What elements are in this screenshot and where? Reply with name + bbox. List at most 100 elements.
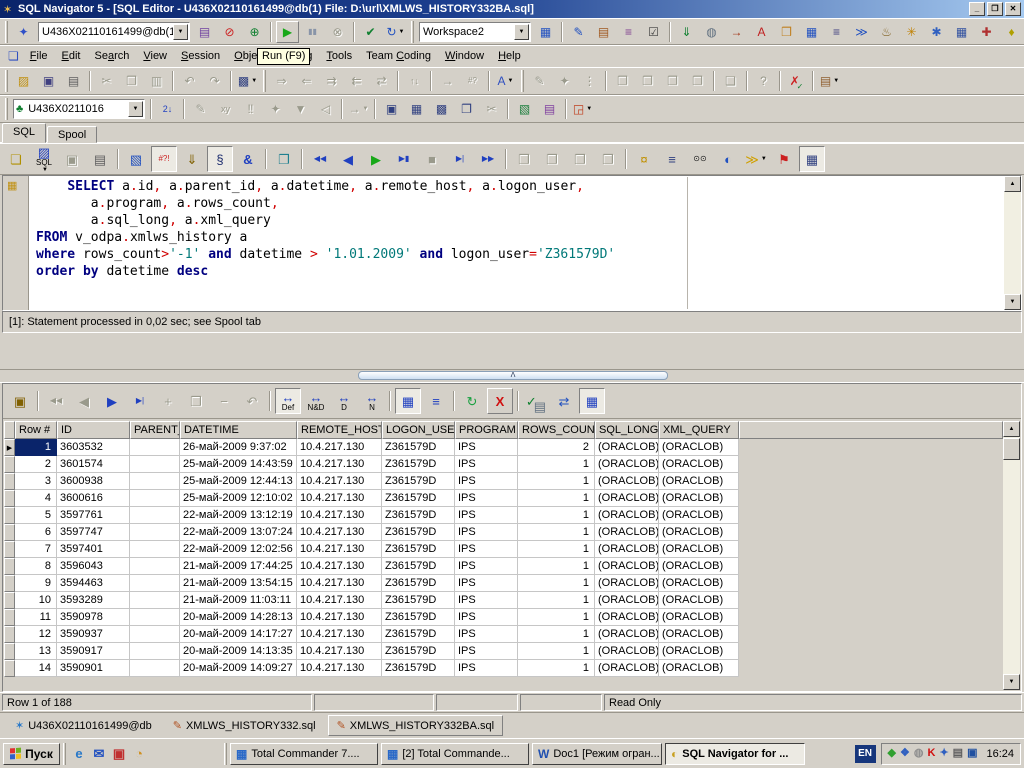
- workspace-select[interactable]: Workspace2▼: [419, 22, 531, 42]
- cell-sql-long[interactable]: (ORACLOB): [595, 490, 659, 507]
- cell-logon-user[interactable]: Z361579D: [382, 575, 455, 592]
- table-row[interactable]: 14359090120-май-2009 14:09:2710.4.217.13…: [4, 660, 1003, 677]
- cell-rows-count[interactable]: 1: [518, 473, 595, 490]
- doc-prev-icon[interactable]: ❐: [611, 70, 634, 92]
- code-assistant-icon[interactable]: ▩▼: [236, 70, 259, 92]
- sort-order-icon[interactable]: 2↓: [156, 98, 179, 120]
- context-help-icon[interactable]: ?: [752, 70, 775, 92]
- publish-web-icon[interactable]: ✎: [567, 21, 590, 43]
- cell-id[interactable]: 3596043: [57, 558, 130, 575]
- save-grid-icon[interactable]: ▣: [7, 388, 33, 414]
- grid-vertical-scrollbar[interactable]: ▲ ▼: [1003, 421, 1020, 690]
- cell-row-[interactable]: 6: [15, 524, 57, 541]
- script-icon[interactable]: ≡: [617, 21, 640, 43]
- table-row[interactable]: 10359328921-май-2009 11:03:1110.4.217.13…: [4, 592, 1003, 609]
- cell-datetime[interactable]: 22-май-2009 13:07:24: [180, 524, 297, 541]
- open-sql-icon[interactable]: ▨SQL▼: [31, 146, 57, 172]
- cell-remote-host[interactable]: 10.4.217.130: [297, 626, 382, 643]
- pen-icon[interactable]: ✎: [528, 70, 551, 92]
- fast-execute-icon[interactable]: ≫▼: [743, 146, 769, 172]
- scroll-up-icon[interactable]: ▲: [1004, 176, 1021, 192]
- doc-d-icon[interactable]: ❐: [595, 146, 621, 172]
- network-places-icon[interactable]: ❖: [900, 748, 910, 759]
- menu-item-tools[interactable]: Tools: [319, 46, 359, 66]
- doc-a-icon[interactable]: ❐: [511, 146, 537, 172]
- menu-item-session[interactable]: Session: [174, 46, 227, 66]
- execute-step-icon[interactable]: ▶▮: [391, 146, 417, 172]
- cell-rows-count[interactable]: 1: [518, 626, 595, 643]
- last-statement-icon[interactable]: ▶▶: [475, 146, 501, 172]
- cell-xml-query[interactable]: (ORACLOB): [659, 592, 739, 609]
- def-format-button[interactable]: ↔Def: [275, 388, 301, 414]
- report-icon[interactable]: ▤: [592, 21, 615, 43]
- connection-select[interactable]: U436X02110161499@db(1▼: [38, 22, 190, 42]
- funnel-icon[interactable]: ▼: [289, 98, 312, 120]
- halt-icon[interactable]: ⊗: [326, 21, 349, 43]
- cell-datetime[interactable]: 20-май-2009 14:28:13: [180, 609, 297, 626]
- cell-parent-id[interactable]: [130, 490, 180, 507]
- cell-parent-id[interactable]: [130, 643, 180, 660]
- alert-icon[interactable]: ‼: [239, 98, 262, 120]
- cell-rows-count[interactable]: 1: [518, 524, 595, 541]
- record-view-icon[interactable]: ≡: [423, 388, 449, 414]
- first-row-icon[interactable]: ◀◀: [43, 388, 69, 414]
- doc-up-icon[interactable]: ❐: [661, 70, 684, 92]
- insert-row-icon[interactable]: +: [155, 388, 181, 414]
- update-agent-icon[interactable]: ◆: [888, 748, 896, 759]
- first-statement-icon[interactable]: ◀◀: [307, 146, 333, 172]
- cell-sql-long[interactable]: (ORACLOB): [595, 558, 659, 575]
- column-header-rows-count[interactable]: ROWS_COUNT: [518, 421, 595, 439]
- volume-icon[interactable]: ◍: [914, 748, 924, 759]
- cell-datetime[interactable]: 21-май-2009 11:03:11: [180, 592, 297, 609]
- cell-datetime[interactable]: 26-май-2009 9:37:02: [180, 439, 297, 456]
- highlight-icon[interactable]: A▼: [494, 70, 517, 92]
- cell-xml-query[interactable]: (ORACLOB): [659, 439, 739, 456]
- fast-blue-icon[interactable]: ≫: [850, 21, 873, 43]
- cell-sql-long[interactable]: (ORACLOB): [595, 541, 659, 558]
- refresh-all-icon[interactable]: ⇄: [551, 388, 577, 414]
- revert-row-icon[interactable]: ↶: [239, 388, 265, 414]
- save-doc-icon[interactable]: ▣: [59, 146, 85, 172]
- cell-xml-query[interactable]: (ORACLOB): [659, 456, 739, 473]
- cell-row-[interactable]: 3: [15, 473, 57, 490]
- table-row[interactable]: 4360061625-май-2009 12:10:0210.4.217.130…: [4, 490, 1003, 507]
- table-row[interactable]: 5359776122-май-2009 13:12:1910.4.217.130…: [4, 507, 1003, 524]
- check-syntax-icon[interactable]: ✔: [359, 21, 382, 43]
- mail-icon[interactable]: ✉: [89, 744, 109, 764]
- cell-program[interactable]: IPS: [455, 473, 518, 490]
- editor-vertical-scrollbar[interactable]: ▲ ▼: [1004, 176, 1021, 310]
- cell-sql-long[interactable]: (ORACLOB): [595, 575, 659, 592]
- xy-icon[interactable]: xy: [214, 98, 237, 120]
- find-icon[interactable]: ⊙⊙: [687, 146, 713, 172]
- cell-logon-user[interactable]: Z361579D: [382, 592, 455, 609]
- next-row-icon[interactable]: ▶: [99, 388, 125, 414]
- calendar-icon[interactable]: ▦: [950, 21, 973, 43]
- cell-row-[interactable]: 9: [15, 575, 57, 592]
- language-indicator[interactable]: EN: [855, 745, 876, 763]
- output-window-icon[interactable]: ◲▼: [571, 98, 594, 120]
- cell-program[interactable]: IPS: [455, 660, 518, 677]
- pause-icon[interactable]: ▮▮: [301, 21, 324, 43]
- cell-xml-query[interactable]: (ORACLOB): [659, 626, 739, 643]
- table-row[interactable]: 6359774722-май-2009 13:07:2410.4.217.130…: [4, 524, 1003, 541]
- menu-item-edit[interactable]: Edit: [55, 46, 88, 66]
- cell-id[interactable]: 3597761: [57, 507, 130, 524]
- cell-xml-query[interactable]: (ORACLOB): [659, 558, 739, 575]
- backup-disk-icon[interactable]: ▣: [109, 744, 129, 764]
- cell-logon-user[interactable]: Z361579D: [382, 626, 455, 643]
- cell-logon-user[interactable]: Z361579D: [382, 541, 455, 558]
- coffee-icon[interactable]: ♨: [875, 21, 898, 43]
- cell-xml-query[interactable]: (ORACLOB): [659, 609, 739, 626]
- cell-sql-long[interactable]: (ORACLOB): [595, 626, 659, 643]
- explain-plan-icon[interactable]: ¤: [631, 146, 657, 172]
- paste-icon[interactable]: ▥: [145, 70, 168, 92]
- cell-row-[interactable]: 10: [15, 592, 57, 609]
- cell-program[interactable]: IPS: [455, 643, 518, 660]
- post-edits-icon[interactable]: ✓▤: [523, 388, 549, 414]
- bind-variables-icon[interactable]: →▼: [347, 98, 370, 120]
- cell-parent-id[interactable]: [130, 439, 180, 456]
- cancel-query-icon[interactable]: X: [487, 388, 513, 414]
- scroll-down-icon[interactable]: ▼: [1004, 294, 1021, 310]
- workspace-manager-icon[interactable]: ▦: [534, 21, 557, 43]
- cell-id[interactable]: 3603532: [57, 439, 130, 456]
